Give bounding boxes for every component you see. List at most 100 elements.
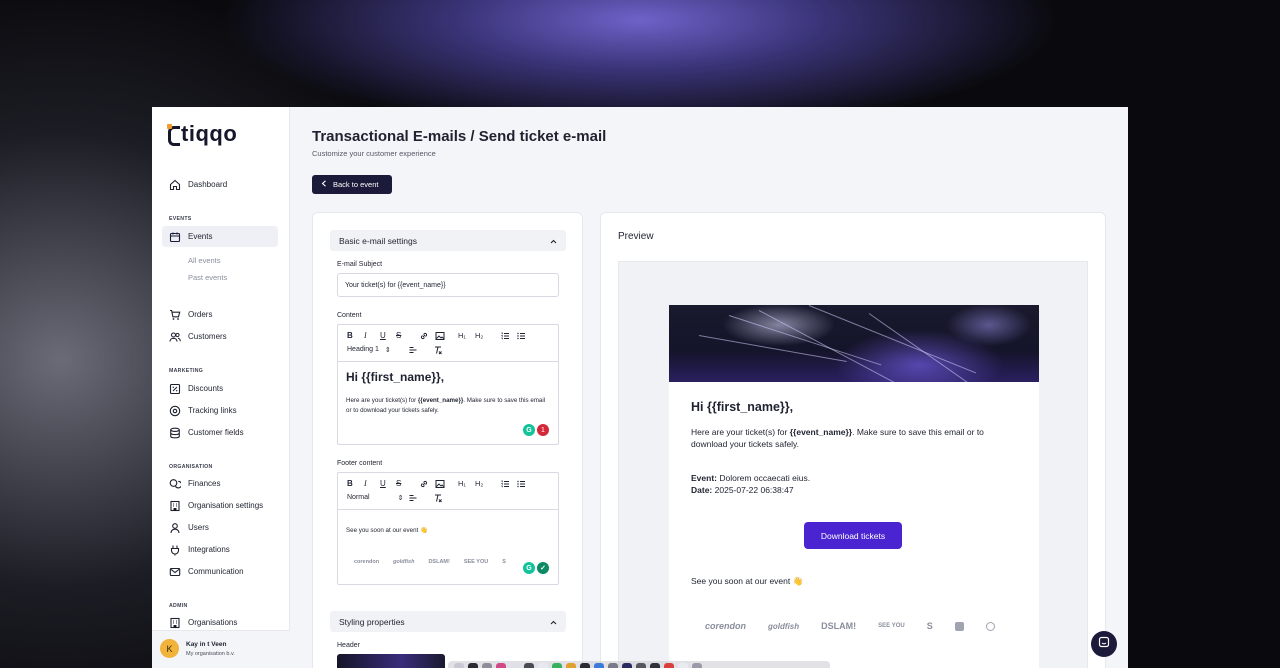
date-label: Date: (691, 485, 713, 495)
styling-properties-accordion[interactable]: Styling properties (330, 611, 566, 632)
bullet-list-icon[interactable] (516, 331, 526, 344)
basic-settings-accordion[interactable]: Basic e-mail settings (330, 230, 566, 251)
dock-app-icon[interactable] (678, 663, 688, 668)
page-subtitle: Customize your customer experience (312, 149, 436, 158)
partner-logo: goldfish (393, 559, 415, 565)
chevron-up-icon (550, 236, 557, 246)
event-value: Dolorem occaecati eius. (719, 473, 811, 483)
email-header-image (669, 305, 1039, 382)
dock-app-icon[interactable] (552, 663, 562, 668)
sidebar-subitem-all-events[interactable]: All events (188, 256, 221, 265)
footer-editor[interactable]: B I U S H₁ H₂ Normal ⇕ See you soon at o… (337, 472, 559, 585)
grammarly-icon[interactable]: G (523, 424, 535, 436)
dock-app-icon[interactable] (468, 663, 478, 668)
email-date-line: Date: 2025-07-22 06:38:47 (691, 484, 1011, 496)
event-label: Event: (691, 473, 717, 483)
email-intro: Here are your ticket(s) for {{event_name… (691, 426, 1011, 450)
ordered-list-icon[interactable] (500, 331, 510, 344)
italic-button[interactable]: I (364, 331, 367, 341)
logo[interactable]: tiqqo (166, 121, 237, 147)
content-editor[interactable]: B I U S H₁ H₂ Heading 1 ⇕ Hi {{first_nam… (337, 324, 559, 445)
strikethrough-button[interactable]: S (396, 479, 401, 489)
section-marketing: MARKETING (169, 368, 204, 374)
grammarly-check-icon[interactable]: ✓ (537, 562, 549, 574)
sidebar-item-dashboard[interactable]: Dashboard (162, 174, 278, 195)
grammarly-count-badge[interactable]: 1 (537, 424, 549, 436)
sidebar-subitem-past-events[interactable]: Past events (188, 273, 227, 282)
dock-app-icon[interactable] (622, 663, 632, 668)
sidebar-item-tracking-links[interactable]: Tracking links (162, 400, 278, 421)
heading2-button[interactable]: H₂ (475, 479, 483, 489)
content-paragraph: Here are your ticket(s) for {{event_name… (346, 396, 551, 416)
dock-app-icon[interactable] (650, 663, 660, 668)
preview-title: Preview (618, 231, 654, 242)
content-toolbar: B I U S H₁ H₂ Heading 1 ⇕ (338, 325, 558, 362)
clear-format-icon[interactable] (433, 493, 443, 506)
sidebar: tiqqo Dashboard EVENTS Events All events… (152, 107, 290, 668)
sidebar-item-orders[interactable]: Orders (162, 304, 278, 325)
content-text-bold: {{event_name}} (417, 397, 464, 404)
download-tickets-button[interactable]: Download tickets (804, 522, 902, 549)
sidebar-item-discounts[interactable]: Discounts (162, 378, 278, 399)
chat-launcher-button[interactable] (1091, 631, 1117, 657)
dock-app-icon[interactable] (496, 663, 506, 668)
sidebar-item-finances[interactable]: Finances (162, 473, 278, 494)
select-arrows-icon: ⇕ (397, 495, 404, 502)
dock-app-icon[interactable] (510, 663, 520, 668)
dock-app-icon[interactable] (482, 663, 492, 668)
format-select[interactable]: Normal ⇕ (347, 494, 403, 502)
bold-button[interactable]: B (347, 479, 353, 489)
sidebar-item-events[interactable]: Events (162, 226, 278, 247)
heading2-button[interactable]: H₂ (475, 331, 483, 341)
link-icon[interactable] (419, 331, 429, 344)
sidebar-item-integrations[interactable]: Integrations (162, 539, 278, 560)
align-icon[interactable] (408, 493, 418, 506)
calendar-icon (168, 230, 181, 243)
bullet-list-icon[interactable] (516, 479, 526, 492)
sidebar-item-users[interactable]: Users (162, 517, 278, 538)
heading1-button[interactable]: H₁ (458, 331, 466, 341)
section-organisation: ORGANISATION (169, 464, 213, 470)
heading-select[interactable]: Heading 1 ⇕ (347, 346, 391, 354)
dock-app-icon[interactable] (692, 663, 702, 668)
image-icon[interactable] (435, 479, 445, 492)
clear-format-icon[interactable] (433, 345, 443, 358)
dock-app-icon[interactable] (524, 663, 534, 668)
dock-app-icon[interactable] (454, 663, 464, 668)
sidebar-item-organisation-settings[interactable]: Organisation settings (162, 495, 278, 516)
sidebar-item-customer-fields[interactable]: Customer fields (162, 422, 278, 443)
subject-input[interactable]: Your ticket(s) for {{event_name}} (337, 273, 559, 297)
underline-button[interactable]: U (380, 331, 386, 341)
dock-app-icon[interactable] (580, 663, 590, 668)
dock-app-icon[interactable] (594, 663, 604, 668)
sidebar-item-communication[interactable]: Communication (162, 561, 278, 582)
content-text-start: Here are your ticket(s) for (346, 397, 418, 404)
heading1-button[interactable]: H₁ (458, 479, 466, 489)
logo-mark-icon (166, 124, 180, 146)
image-icon[interactable] (435, 331, 445, 344)
dock-app-icon[interactable] (608, 663, 618, 668)
users-icon (168, 330, 181, 343)
dock-app-icon[interactable] (636, 663, 646, 668)
email-settings-card: Basic e-mail settings E-mail Subject You… (312, 212, 583, 668)
user-profile[interactable]: K Kay in t Veen My organisation b.v. (152, 630, 290, 668)
grammarly-icon[interactable]: G (523, 562, 535, 574)
back-to-event-button[interactable]: Back to event (312, 175, 392, 194)
sidebar-item-label: Customer fields (188, 428, 244, 437)
underline-button[interactable]: U (380, 479, 386, 489)
align-icon[interactable] (408, 345, 418, 358)
strikethrough-button[interactable]: S (396, 331, 401, 341)
subject-label: E-mail Subject (337, 261, 383, 268)
dock-app-icon[interactable] (538, 663, 548, 668)
building-icon (168, 499, 181, 512)
dock-app-icon[interactable] (566, 663, 576, 668)
link-icon[interactable] (419, 479, 429, 492)
bold-button[interactable]: B (347, 331, 353, 341)
sidebar-item-customers[interactable]: Customers (162, 326, 278, 347)
format-select-value: Normal (347, 494, 370, 501)
italic-button[interactable]: I (364, 479, 367, 489)
dock-app-icon[interactable] (664, 663, 674, 668)
header-image-thumbnail[interactable] (337, 654, 445, 668)
email-greeting: Hi {{first_name}}, (691, 400, 794, 414)
ordered-list-icon[interactable] (500, 479, 510, 492)
